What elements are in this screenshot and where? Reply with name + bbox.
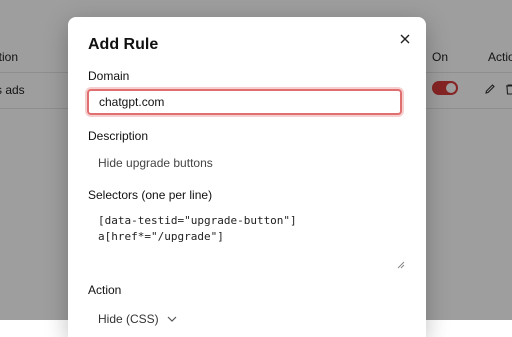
add-rule-dialog: Add Rule Domain chatgpt.com Description …: [68, 17, 426, 337]
domain-field[interactable]: chatgpt.com: [87, 89, 402, 115]
domain-label: Domain: [88, 69, 130, 83]
action-selected-value: Hide (CSS): [98, 312, 159, 326]
selector-line: [data-testid="upgrade-button"]: [98, 214, 297, 227]
selector-line: a[href*="/upgrade"]: [98, 230, 224, 243]
close-icon: [400, 34, 410, 44]
description-field[interactable]: Hide upgrade buttons: [87, 151, 405, 175]
chevron-down-icon: [167, 316, 177, 322]
dialog-title: Add Rule: [88, 36, 159, 53]
action-label: Action: [88, 283, 122, 297]
selectors-textarea[interactable]: [data-testid="upgrade-button"] a[href*="…: [87, 208, 405, 270]
selectors-label: Selectors (one per line): [88, 188, 213, 202]
description-label: Description: [88, 129, 149, 143]
action-select[interactable]: Hide (CSS): [87, 307, 188, 331]
description-value: Hide upgrade buttons: [98, 156, 213, 170]
resize-handle-icon[interactable]: [397, 261, 405, 269]
close-button[interactable]: [395, 29, 415, 49]
domain-value: chatgpt.com: [99, 95, 165, 109]
